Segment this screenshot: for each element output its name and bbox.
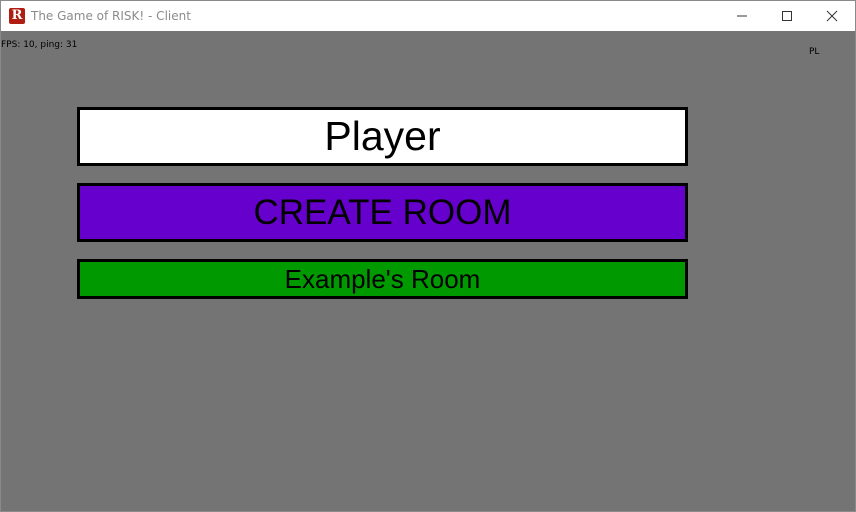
close-icon — [826, 10, 838, 22]
player-name-label: Player — [324, 113, 441, 159]
room-name-label: Example's Room — [284, 263, 481, 294]
room-list-item[interactable]: Example's Room — [77, 259, 688, 299]
create-room-button[interactable]: CREATE ROOM — [77, 183, 688, 242]
risk-app-icon: R — [9, 8, 25, 24]
fps-ping-readout: FPS: 10, ping: 31 — [1, 40, 78, 50]
window-title: The Game of RISK! - Client — [31, 9, 191, 23]
maximize-icon — [782, 11, 792, 21]
game-canvas: FPS: 10, ping: 31 PL Player CREATE ROOM … — [1, 31, 855, 511]
minimize-button[interactable] — [719, 1, 765, 31]
player-name-field[interactable]: Player — [77, 107, 688, 166]
language-switch[interactable]: PL — [809, 47, 819, 57]
minimize-icon — [737, 15, 747, 17]
client-window: R The Game of RISK! - Client FPS: 10, pi… — [0, 0, 856, 512]
close-button[interactable] — [809, 1, 855, 31]
create-room-label: CREATE ROOM — [253, 192, 512, 232]
title-bar[interactable]: R The Game of RISK! - Client — [1, 1, 855, 31]
maximize-button[interactable] — [764, 1, 810, 31]
